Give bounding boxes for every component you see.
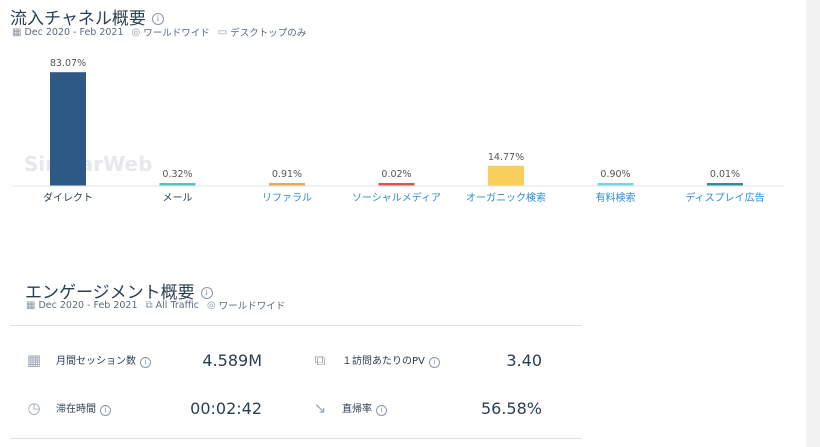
calendar-icon: ▦ [26, 299, 36, 311]
calendar-icon: ▦ [12, 26, 22, 38]
pages-icon: ⧉ [314, 351, 326, 369]
metric-label: １訪問あたりのPV i [342, 352, 440, 368]
category-label[interactable]: ソーシャルメディア [352, 191, 441, 204]
category-label: メール [163, 193, 193, 204]
metric-label: 直帰率 i [342, 400, 387, 416]
metric-visit-duration: ◷ 滞在時間 i 00:02:42 [10, 388, 296, 428]
metric-bounce-rate: ↘ 直帰率 i 56.58% [296, 388, 582, 428]
traffic-type-text: All Traffic [155, 299, 200, 311]
globe-icon: ◎ [207, 299, 216, 311]
info-icon[interactable]: i [100, 405, 111, 416]
traffic-channel-chart: SimilarWeb 83.07% ダイレクト 0.32% メール 0.91% リファラル… [12, 58, 784, 204]
metric-monthly-sessions: ▦ 月間セッション数 i 4.589M [10, 340, 296, 380]
globe-icon: ◎ [131, 26, 141, 38]
value-label: 0.90% [600, 169, 630, 180]
device-text: デスクトップのみ [230, 28, 307, 39]
traffic-icon: ⧉ [145, 299, 153, 311]
metric-pages-per-visit: ⧉ １訪問あたりのPV i 3.40 [296, 340, 582, 380]
page-scroll-gutter [806, 0, 820, 447]
value-label: 0.32% [162, 169, 192, 180]
value-label: 0.01% [710, 169, 740, 180]
metric-label: 滞在時間 i [56, 400, 111, 416]
date-range: Dec 2020 - Feb 2021 [24, 26, 124, 38]
category-label[interactable]: リファラル [262, 192, 312, 204]
region-text: ワールドワイド [143, 28, 210, 39]
bar-0[interactable] [50, 72, 86, 186]
engagement-metrics: ▦ 月間セッション数 i 4.589M ⧉ １訪問あたりのPV i 3.40 ◷ 滞… [10, 325, 582, 439]
desktop-icon: ▭ [217, 26, 228, 38]
engagement-overview-meta: ▦ Dec 2020 - Feb 2021 ⧉ All Traffic ◎ ワー… [26, 298, 286, 313]
traffic-overview-meta: ▦ Dec 2020 - Feb 2021 ◎ ワールドワイド ▭ デスクトップ… [12, 25, 307, 40]
metrics-row: ▦ 月間セッション数 i 4.589M ⧉ １訪問あたりのPV i 3.40 [10, 340, 582, 380]
metric-value: 00:02:42 [190, 398, 262, 418]
info-icon[interactable]: i [428, 357, 440, 368]
category-label[interactable]: ディスプレイ広告 [685, 191, 764, 204]
category-label[interactable]: オーガニック検索 [466, 191, 546, 204]
bounce-arrow-icon: ↘ [313, 399, 327, 417]
value-label: 0.91% [272, 169, 302, 180]
metric-value: 3.40 [506, 350, 542, 370]
stopwatch-icon: ◷ [27, 399, 41, 417]
value-label: 0.02% [381, 169, 411, 180]
value-label: 14.77% [488, 152, 524, 163]
info-icon[interactable]: i [151, 13, 164, 25]
value-label: 83.07% [50, 58, 86, 69]
info-icon[interactable]: i [376, 405, 387, 416]
calendar-icon: ▦ [26, 351, 42, 369]
metric-label: 月間セッション数 i [56, 352, 151, 368]
similarweb-watermark: SimilarWeb [24, 152, 152, 176]
region-text: ワールドワイド [218, 301, 286, 312]
metric-value: 4.589M [202, 350, 262, 370]
category-label: ダイレクト [43, 191, 93, 204]
metrics-row: ◷ 滞在時間 i 00:02:42 ↘ 直帰率 i 56.58% [10, 388, 582, 428]
metric-value: 56.58% [480, 398, 542, 418]
info-icon[interactable]: i [140, 357, 151, 368]
date-range: Dec 2020 - Feb 2021 [38, 299, 138, 311]
bar-4[interactable] [488, 165, 524, 186]
category-label[interactable]: 有料検索 [596, 191, 636, 204]
